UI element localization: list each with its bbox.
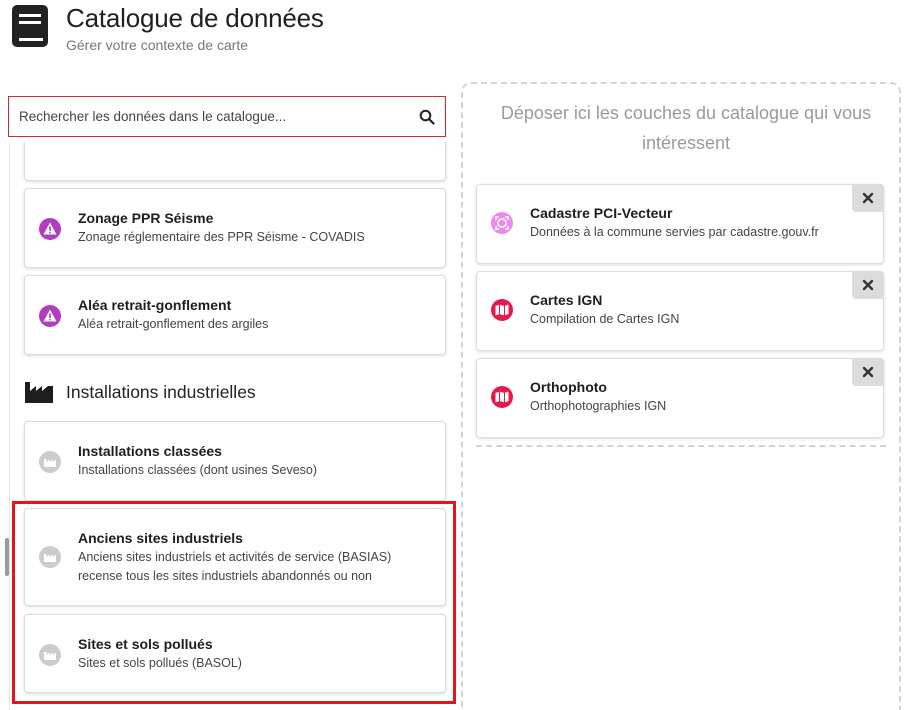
header: Catalogue de données Gérer votre context… [0, 0, 912, 60]
catalog-item-alea-retrait-gonflement[interactable]: Aléa retrait-gonflement Aléa retrait-gon… [24, 275, 446, 355]
section-label: Installations industrielles [66, 382, 256, 402]
close-icon [862, 279, 874, 291]
layer-description: Orthophotographies IGN [530, 399, 667, 413]
warning-icon [39, 218, 61, 240]
page-title: Catalogue de données [66, 3, 324, 33]
catalog-item-description: Zonage réglementaire des PPR Séisme - CO… [78, 230, 365, 244]
layer-title: Orthophoto [530, 379, 607, 395]
warning-icon [39, 305, 61, 327]
catalog-item-zonage-ppr-seisme[interactable]: Zonage PPR Séisme Zonage réglementaire d… [24, 188, 446, 268]
search-input[interactable] [19, 97, 409, 135]
close-icon [862, 366, 874, 378]
selected-layer-cartes-ign[interactable]: Cartes IGN Compilation de Cartes IGN [476, 271, 884, 351]
remove-layer-button[interactable] [852, 184, 884, 212]
layer-description: Compilation de Cartes IGN [530, 312, 680, 326]
map-icon [491, 386, 513, 408]
selected-layer-cadastre[interactable]: Cadastre PCI-Vecteur Données à la commun… [476, 184, 884, 264]
factory-icon [39, 546, 61, 568]
close-icon [862, 192, 874, 204]
catalog-item-installations-classees[interactable]: Installations classées Installations cla… [24, 421, 446, 501]
catalog-item-title: Zonage PPR Séisme [78, 210, 214, 226]
catalog-item-description-line1: Anciens sites industriels et activités d… [78, 550, 392, 564]
cadastre-icon [491, 212, 513, 234]
layer-title: Cartes IGN [530, 292, 603, 308]
factory-icon [25, 382, 53, 403]
catalog-item-description: Sites et sols pollués (BASOL) [78, 656, 242, 670]
catalog-item-description: Aléa retrait-gonflement des argiles [78, 317, 269, 331]
dropzone-hint: Déposer ici les couches du catalogue qui… [500, 103, 872, 153]
search-box [8, 96, 446, 137]
catalog-item-anciens-sites-industriels[interactable]: Anciens sites industriels Anciens sites … [24, 508, 446, 606]
list-item-partial[interactable] [24, 142, 446, 181]
catalog-list: Zonage PPR Séisme Zonage réglementaire d… [0, 142, 460, 710]
book-icon [12, 5, 48, 47]
search-icon[interactable] [419, 109, 435, 125]
factory-icon [39, 644, 61, 666]
layer-description: Données à la commune servies par cadastr… [530, 225, 819, 239]
catalog-item-title: Installations classées [78, 443, 222, 459]
map-icon [491, 299, 513, 321]
catalog-item-title: Sites et sols pollués [78, 636, 213, 652]
catalog-item-description: Installations classées (dont usines Seve… [78, 463, 318, 477]
catalog-item-sites-sols-pollues[interactable]: Sites et sols pollués Sites et sols poll… [24, 614, 446, 693]
factory-icon [39, 451, 61, 473]
page-subtitle: Gérer votre contexte de carte [66, 37, 249, 53]
remove-layer-button[interactable] [852, 358, 884, 386]
catalog-item-title: Anciens sites industriels [78, 530, 243, 546]
layer-title: Cadastre PCI-Vecteur [530, 205, 673, 221]
dropzone-divider [476, 445, 886, 447]
remove-layer-button[interactable] [852, 271, 884, 299]
catalog-item-description-line2: recense tous les sites industriels aband… [78, 569, 372, 583]
catalog-item-title: Aléa retrait-gonflement [78, 297, 232, 313]
selected-layer-orthophoto[interactable]: Orthophoto Orthophotographies IGN [476, 358, 884, 438]
